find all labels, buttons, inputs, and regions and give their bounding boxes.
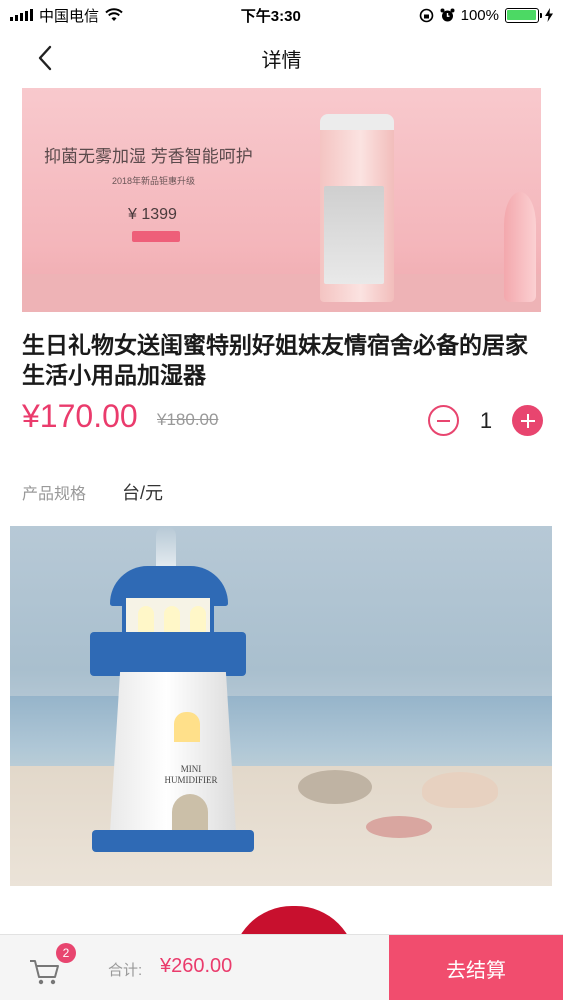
back-button[interactable] bbox=[30, 42, 62, 74]
status-left: 中国电信 bbox=[10, 5, 123, 26]
lighthouse-window bbox=[174, 712, 200, 742]
lighthouse-collar bbox=[90, 632, 246, 676]
total-amount: ¥260.00 bbox=[160, 955, 233, 977]
product-banner-image: 抑菌无雾加湿 芳香智能呵护 2018年新品钜惠升级 ¥ 1399 bbox=[22, 88, 541, 312]
checkout-button[interactable]: 去结算 bbox=[389, 935, 563, 1000]
original-price: ¥180.00 bbox=[157, 410, 219, 429]
banner-subline: 2018年新品钜惠升级 bbox=[112, 176, 196, 186]
charging-icon bbox=[544, 8, 553, 22]
current-price: ¥170.00 bbox=[22, 398, 138, 434]
banner-buy-tag bbox=[132, 231, 180, 242]
wifi-icon bbox=[105, 8, 123, 21]
spec-label: 产品规格 bbox=[22, 486, 87, 503]
status-time: 下午3:30 bbox=[240, 7, 301, 25]
quantity-increase-button[interactable] bbox=[512, 405, 543, 436]
banner-floor bbox=[22, 274, 541, 312]
lighthouse-door bbox=[172, 794, 208, 834]
sea-background bbox=[10, 696, 552, 776]
product-title: 生日礼物女送闺蜜特别好姐妹友情宿舍必备的居家生活小用品加湿器 bbox=[22, 332, 528, 388]
status-right: 100% bbox=[419, 7, 553, 24]
alarm-icon bbox=[440, 8, 455, 21]
cart-icon bbox=[30, 960, 59, 985]
shell-decoration-small bbox=[366, 816, 432, 838]
shell-decoration bbox=[422, 772, 498, 808]
product-detail-image: MINI HUMIDIFIER bbox=[10, 526, 552, 886]
banner-headline: 抑菌无雾加湿 芳香智能呵护 bbox=[44, 147, 253, 166]
rock-decoration bbox=[298, 770, 372, 804]
quantity-value: 1 bbox=[479, 408, 493, 433]
cart-button[interactable] bbox=[28, 957, 62, 987]
cart-count-badge: 2 bbox=[56, 943, 76, 963]
quantity-decrease-button[interactable] bbox=[428, 405, 459, 436]
signal-icon bbox=[10, 9, 33, 21]
vase-decoration bbox=[504, 192, 536, 302]
lighthouse-base bbox=[92, 830, 254, 852]
chevron-left-icon bbox=[38, 45, 52, 71]
spec-value: 台/元 bbox=[122, 483, 164, 503]
bottom-bar: 2 合计: ¥260.00 去结算 bbox=[0, 934, 563, 1000]
humidifier-cap bbox=[320, 114, 394, 130]
lighthouse-label: MINI HUMIDIFIER bbox=[164, 764, 218, 785]
battery-icon bbox=[504, 7, 542, 23]
total-label: 合计: bbox=[108, 962, 143, 979]
humidifier-tank bbox=[324, 186, 384, 284]
nav-bar: 详情 bbox=[0, 30, 563, 86]
status-bar: 中国电信 下午3:30 100% bbox=[0, 0, 563, 30]
rotation-lock-icon bbox=[419, 8, 433, 22]
page-title: 详情 bbox=[261, 49, 302, 72]
carrier-label: 中国电信 bbox=[39, 7, 100, 25]
banner-price: ¥ 1399 bbox=[128, 206, 177, 223]
battery-percent: 100% bbox=[460, 6, 499, 24]
